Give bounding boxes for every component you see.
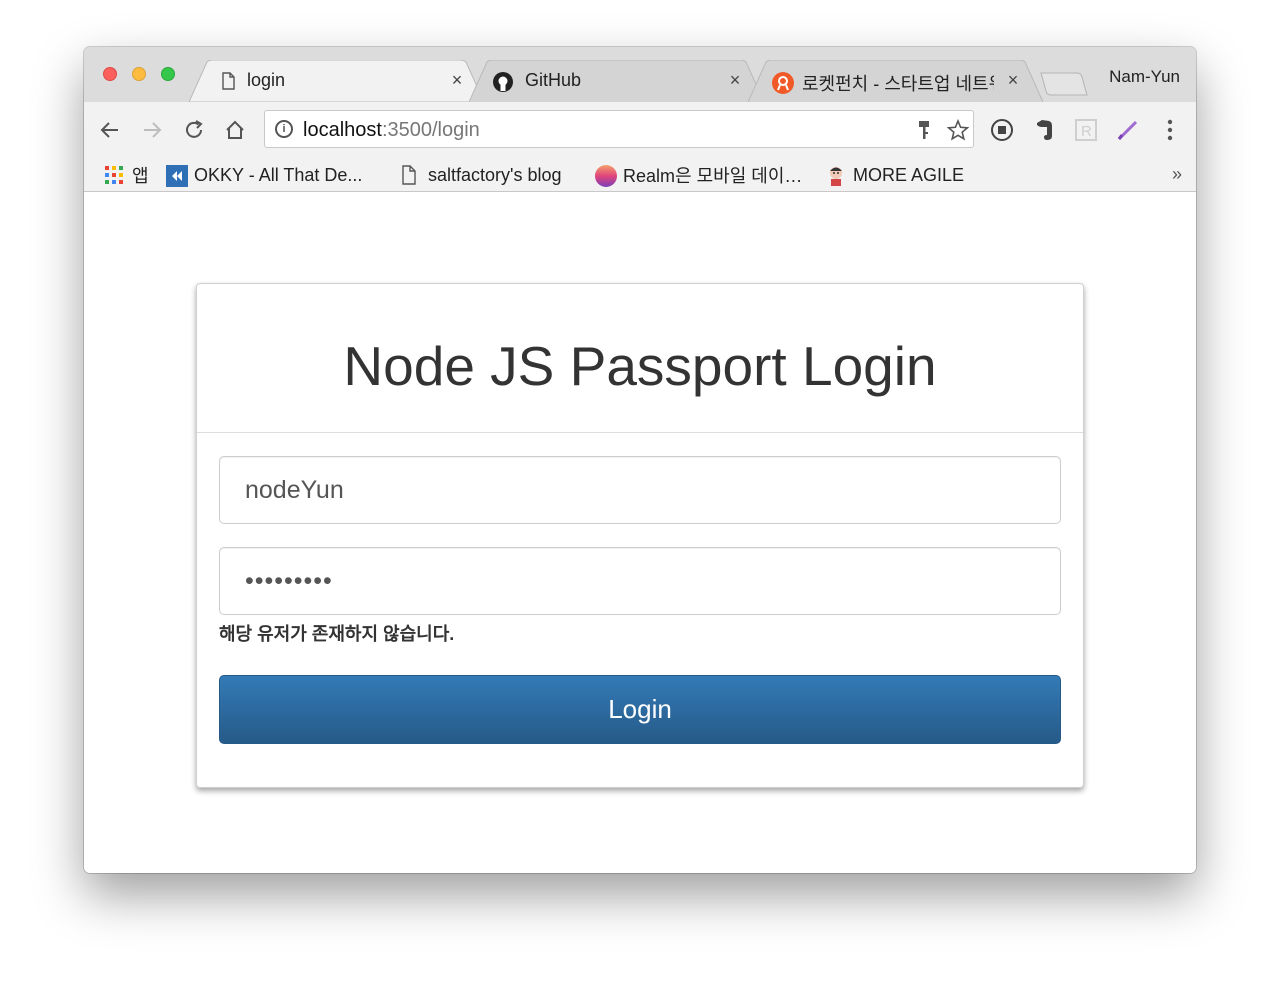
reload-button[interactable]: [180, 116, 208, 144]
bookmark-realm[interactable]: Realm은 모바일 데이…: [595, 164, 803, 187]
address-bar[interactable]: i localhost:3500/login: [264, 110, 974, 148]
forward-button[interactable]: [138, 116, 166, 144]
login-panel: Node JS Passport Login nodeYun •••••••••…: [196, 283, 1084, 788]
username-input[interactable]: nodeYun: [219, 456, 1061, 524]
stop-extension-icon[interactable]: [988, 116, 1016, 144]
okky-icon: [166, 165, 188, 187]
menu-kebab-icon[interactable]: [1156, 116, 1184, 144]
tab-close-icon[interactable]: ×: [726, 70, 744, 91]
bookmark-label: saltfactory's blog: [428, 164, 562, 185]
bookmark-apps[interactable]: 앱: [104, 164, 149, 186]
tab-github[interactable]: GitHub ×: [469, 60, 764, 102]
bookmark-label: OKKY - All That De...: [194, 164, 363, 185]
password-input[interactable]: •••••••••: [219, 547, 1061, 615]
bookmarks-bar: 앱 OKKY - All That De... saltfactory's bl…: [84, 158, 1196, 192]
tab-login[interactable]: login ×: [189, 60, 484, 102]
svg-text:R: R: [1081, 123, 1092, 140]
apps-grid-icon: [104, 165, 124, 185]
back-button[interactable]: [96, 116, 124, 144]
bookmark-saltfactory[interactable]: saltfactory's blog: [400, 164, 562, 186]
document-icon: [400, 165, 420, 185]
window-maximize-button[interactable]: [161, 67, 175, 81]
document-icon: [219, 72, 237, 90]
address-url[interactable]: localhost:3500/login: [303, 119, 480, 142]
key-icon[interactable]: [917, 119, 931, 147]
github-icon: [493, 72, 513, 92]
info-icon[interactable]: i: [275, 120, 293, 138]
bookmark-okky[interactable]: OKKY - All That De...: [166, 164, 363, 187]
home-button[interactable]: [221, 116, 249, 144]
bookmarks-overflow-button[interactable]: »: [1172, 164, 1182, 185]
tab-login-title: login: [247, 70, 286, 90]
panel-header: Node JS Passport Login: [197, 284, 1083, 433]
star-icon[interactable]: [946, 118, 970, 147]
tab-rocketpunch[interactable]: 로켓펀치 - 스타트업 네트워 ×: [748, 60, 1043, 102]
more-agile-icon: [825, 165, 845, 186]
tab-close-icon[interactable]: ×: [448, 70, 466, 91]
login-button[interactable]: Login: [219, 675, 1061, 744]
pen-extension-icon[interactable]: [1114, 116, 1142, 144]
readability-icon[interactable]: R: [1072, 116, 1100, 144]
window-minimize-button[interactable]: [132, 67, 146, 81]
bookmark-label: MORE AGILE: [853, 164, 965, 185]
bookmark-more-agile[interactable]: MORE AGILE: [825, 164, 964, 186]
bookmark-label: 앱: [132, 166, 149, 186]
tab-strip: login × GitHub × 로켓펀치 - 스타트업 네트워 × Nam-Y…: [84, 47, 1196, 102]
page-title: Node JS Passport Login: [343, 335, 937, 397]
error-message: 해당 유저가 존재하지 않습니다.: [219, 624, 455, 644]
new-tab-button[interactable]: [1039, 71, 1089, 97]
page-content: Node JS Passport Login nodeYun •••••••••…: [84, 192, 1196, 873]
realm-icon: [595, 165, 617, 187]
bookmark-label: Realm은 모바일 데이…: [623, 166, 803, 186]
browser-window: login × GitHub × 로켓펀치 - 스타트업 네트워 × Nam-Y…: [84, 47, 1196, 873]
toolbar: i localhost:3500/login R: [84, 102, 1196, 158]
window-close-button[interactable]: [103, 67, 117, 81]
profile-name[interactable]: Nam-Yun: [1109, 67, 1180, 87]
tab-github-title: GitHub: [525, 70, 582, 90]
tab-rocketpunch-title: 로켓펀치 - 스타트업 네트워: [802, 74, 994, 94]
rocketpunch-icon: [772, 72, 794, 94]
tab-close-icon[interactable]: ×: [1004, 70, 1022, 91]
evernote-icon[interactable]: [1030, 116, 1058, 144]
